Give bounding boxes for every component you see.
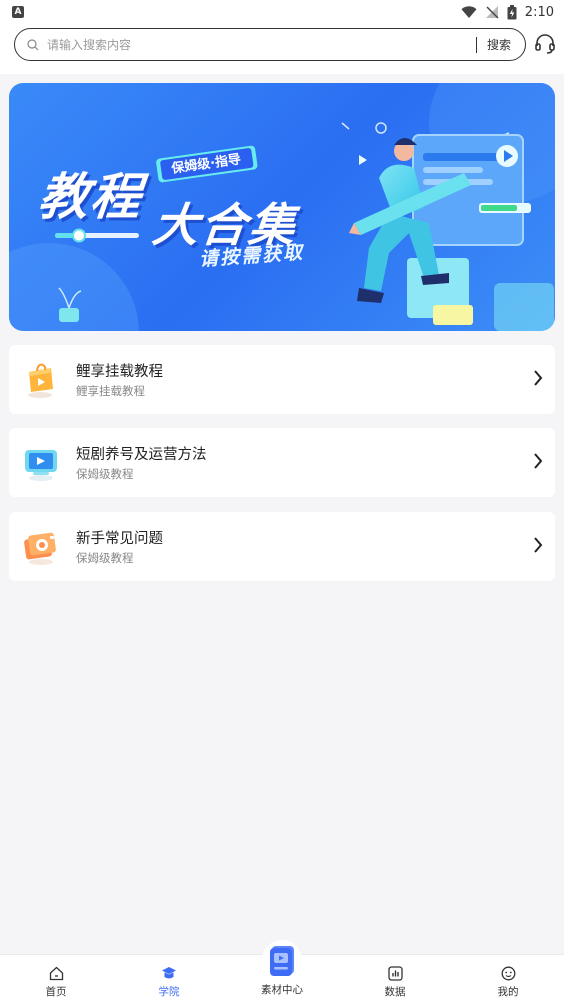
list-item-newbie-faq[interactable]: 新手常见问题 保姆级教程 — [9, 512, 555, 581]
nav-materials-label: 素材中心 — [261, 984, 303, 996]
cellular-no-signal-icon — [485, 5, 499, 19]
nav-mine[interactable]: 我的 — [468, 955, 548, 1004]
banner-headline-1: 教程 — [35, 168, 146, 226]
nav-academy-label: 学院 — [158, 986, 180, 998]
chevron-right-icon — [533, 536, 543, 558]
status-time: 2:10 — [524, 4, 554, 20]
notification-a-icon: A — [12, 6, 24, 18]
search-button[interactable]: 搜索 — [487, 36, 525, 53]
nav-data[interactable]: 数据 — [355, 955, 435, 1004]
search-icon — [27, 38, 39, 51]
search-input[interactable] — [47, 37, 466, 52]
nav-mine-label: 我的 — [497, 986, 519, 998]
list-item-subtitle: 保姆级教程 — [76, 551, 134, 565]
search-bar[interactable]: 搜索 — [14, 28, 526, 61]
camera-question-icon — [23, 526, 59, 566]
chevron-right-icon — [533, 452, 543, 474]
home-icon — [49, 965, 64, 981]
list-item-subtitle: 鲤享挂载教程 — [76, 384, 145, 398]
list-item-subtitle: 保姆级教程 — [76, 467, 134, 481]
list-item-short-drama-ops[interactable]: 短剧养号及运营方法 保姆级教程 — [9, 428, 555, 497]
search-divider — [475, 36, 477, 53]
materials-book-icon — [262, 940, 302, 980]
list-item-tutorial-mount[interactable]: 鲤享挂载教程 鲤享挂载教程 — [9, 345, 555, 414]
graduation-cap-icon — [161, 965, 177, 981]
customer-service-headset-icon[interactable] — [534, 33, 556, 59]
nav-academy[interactable]: 学院 — [129, 955, 209, 1004]
tv-play-icon — [23, 442, 59, 482]
bar-chart-icon — [387, 965, 403, 981]
nav-materials-button[interactable] — [262, 940, 302, 980]
list-item-title: 短剧养号及运营方法 — [76, 447, 207, 463]
nav-home-label: 首页 — [45, 986, 67, 998]
list-item-title: 新手常见问题 — [76, 531, 163, 547]
nav-home[interactable]: 首页 — [16, 955, 96, 1004]
list-item-title: 鲤享挂载教程 — [76, 364, 163, 380]
nav-data-label: 数据 — [384, 986, 406, 998]
orange-bag-icon — [23, 359, 59, 399]
wifi-icon — [461, 5, 477, 19]
tutorial-banner[interactable]: 教程 大合集 保姆级·指导 请按需获取 — [9, 83, 555, 331]
chevron-right-icon — [533, 369, 543, 391]
battery-charging-icon — [507, 4, 517, 20]
status-bar: A 2:10 — [0, 0, 564, 24]
search-header: 搜索 — [0, 24, 564, 74]
smiley-face-icon — [501, 965, 516, 981]
